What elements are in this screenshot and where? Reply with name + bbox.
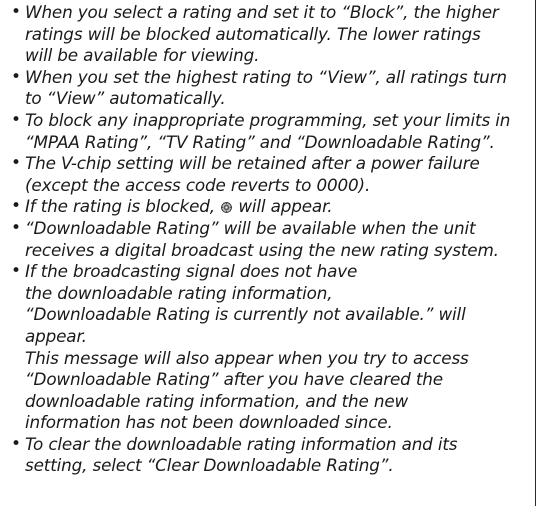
note-text: downloadable rating information, and the… [25, 390, 409, 411]
note-item: • If the rating is blocked, will appear. [8, 196, 528, 218]
note-text: will be available for viewing. [25, 45, 260, 66]
note-text: The V-chip setting will be retained afte… [25, 153, 480, 174]
bullet: • [11, 217, 22, 238]
note-item: • “Downloadable Rating” will be availabl… [8, 218, 528, 261]
bullet: • [11, 153, 22, 174]
bullet: • [11, 66, 22, 87]
note-item: • The V-chip setting will be retained af… [8, 153, 528, 196]
bullet: • [11, 2, 22, 22]
note-text: If the broadcasting signal does not have [25, 261, 358, 282]
note-item: • When you select a rating and set it to… [8, 2, 528, 67]
note-item: • If the broadcasting signal does not ha… [8, 261, 528, 434]
bullet: • [11, 196, 22, 217]
note-text: (except the access code reverts to 0000)… [25, 174, 371, 195]
note-item: • To clear the downloadable rating infor… [8, 434, 528, 477]
note-text: ratings will be blocked automatically. T… [25, 23, 481, 44]
note-text: “Downloadable Rating” after you have cle… [25, 369, 443, 390]
note-text: the downloadable rating information, [25, 282, 333, 303]
note-text: When you select a rating and set it to “… [25, 2, 499, 22]
manual-page: • When you select a rating and set it to… [0, 0, 540, 506]
note-text: “Downloadable Rating” will be available … [25, 217, 476, 238]
blocked-rating-icon [221, 202, 233, 214]
note-text: receives a digital broadcast using the n… [25, 239, 499, 260]
note-text: To clear the downloadable rating informa… [25, 433, 458, 454]
note-text-with-icon: If the rating is blocked, will appear. [25, 196, 528, 218]
page-divider [535, 0, 536, 506]
note-text: setting, select “Clear Downloadable Rati… [25, 455, 394, 476]
note-text: When you set the highest rating to “View… [25, 66, 507, 87]
note-text: information has not been downloaded sinc… [25, 412, 393, 433]
note-text: This message will also appear when you t… [25, 347, 469, 368]
note-text: If the rating is blocked, [25, 196, 215, 217]
note-text: to “View” automatically. [25, 88, 226, 109]
bullet: • [11, 261, 22, 282]
note-text: will appear. [238, 196, 333, 217]
note-text: appear. [25, 325, 87, 346]
note-item: • When you set the highest rating to “Vi… [8, 67, 528, 110]
note-item: • To block any inappropriate programming… [8, 110, 528, 153]
note-text: To block any inappropriate programming, … [25, 109, 511, 130]
note-text: “MPAA Rating”, “TV Rating” and “Download… [25, 131, 495, 152]
bullet: • [11, 433, 22, 454]
bullet: • [11, 109, 22, 130]
note-text: “Downloadable Rating is currently not av… [25, 304, 466, 325]
notes-list: • When you select a rating and set it to… [8, 2, 528, 477]
